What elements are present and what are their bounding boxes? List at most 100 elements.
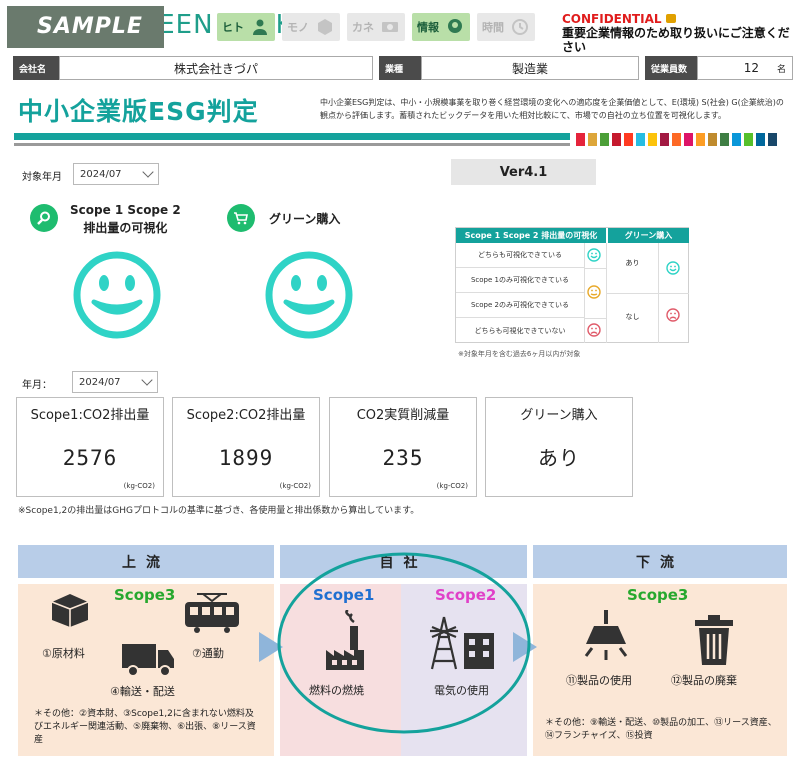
sample-watermark: SAMPLE xyxy=(7,6,164,48)
tab-kane[interactable]: カネ xyxy=(347,13,405,41)
sdg-color-swatch xyxy=(744,133,753,146)
metric-card-reduction: CO2実質削減量 235 (kg-CO2) xyxy=(329,397,477,497)
sdg-color-swatch xyxy=(660,133,669,146)
sdg-color-swatch xyxy=(696,133,705,146)
metric-unit: (kg-CO2) xyxy=(123,482,155,490)
sdg-color-swatch xyxy=(756,133,765,146)
item-transport: ④輸送・配送 xyxy=(110,685,175,698)
metric-title: Scope1:CO2排出量 xyxy=(30,408,150,423)
green-status-title: グリーン購入 xyxy=(269,212,341,226)
lamp-icon xyxy=(584,610,628,660)
sdg-color-swatch xyxy=(720,133,729,146)
tab-mono[interactable]: モノ xyxy=(282,13,340,41)
metric-value: 1899 xyxy=(218,446,274,470)
trash-icon xyxy=(695,615,733,665)
metric-title: Scope2:CO2排出量 xyxy=(186,408,306,423)
employees-row: 従業員数 12 名 xyxy=(645,56,793,80)
employees-label: 従業員数 xyxy=(645,56,697,80)
item-commute: ⑦通勤 xyxy=(192,647,224,660)
page-description: 中小企業ESG判定は、中小・小規模事業を取り巻く経営環境の変化への適応度を企業価… xyxy=(320,98,784,120)
version-badge: Ver4.1 xyxy=(451,159,596,185)
smile-icon xyxy=(666,261,680,275)
metric-value: 235 xyxy=(382,446,424,470)
sdg-color-swatch xyxy=(588,133,597,146)
tab-joho[interactable]: 情報 xyxy=(412,13,470,41)
period-select[interactable]: 2024/07 xyxy=(72,371,158,393)
neutral-face-icon xyxy=(587,285,601,299)
confidential-notice: CONFIDENTIAL 重要企業情報のため取り扱いにご注意ください xyxy=(562,12,800,54)
sad-face-icon xyxy=(666,308,680,322)
legend-note: ※対象年月を含む過去6ヶ月以内が対象 xyxy=(458,350,581,358)
metric-title: CO2実質削減量 xyxy=(356,408,450,423)
sad-face-icon xyxy=(587,323,601,337)
sdg-color-swatch xyxy=(684,133,693,146)
company-name-label: 会社名 xyxy=(13,56,59,80)
upstream-note: ＊その他：②資本財、③Scope1,2に含まれない燃料及びエネルギー関連活動、⑤… xyxy=(34,709,256,745)
sdg-color-swatch xyxy=(708,133,717,146)
legend-header-green: グリーン購入 xyxy=(607,228,689,243)
upstream-header: 上流 xyxy=(18,545,274,578)
tab-jikan[interactable]: 時間 xyxy=(477,13,535,41)
search-icon xyxy=(30,204,58,232)
company-name-row: 会社名 株式会社きづパ xyxy=(13,56,373,80)
item-product-disposal: ⑫製品の廃棄 xyxy=(671,674,737,687)
employees-value: 12 xyxy=(743,61,759,75)
title-underline-grey xyxy=(14,143,570,146)
sdg-color-swatch xyxy=(612,133,621,146)
own-company-highlight xyxy=(277,552,531,734)
sdg-color-swatch xyxy=(768,133,777,146)
scope-smile-face-icon xyxy=(73,251,161,339)
chevron-down-icon xyxy=(141,374,153,386)
money-icon xyxy=(382,22,398,32)
legend-row-both: どちらも可視化できている xyxy=(456,243,584,268)
target-month-value: 2024/07 xyxy=(80,168,122,180)
target-month-label: 対象年月 xyxy=(22,172,62,183)
downstream-note: ＊その他：⑨輸送・配送、⑩製品の加工、⑬リース資産、⑭フランチャイズ、⑮投資 xyxy=(545,718,777,741)
scope-status-title: Scope 1 Scope 2 排出量の可視化 xyxy=(70,201,181,237)
truck-icon xyxy=(122,644,174,677)
lock-icon xyxy=(665,14,676,23)
smile-icon xyxy=(587,248,601,262)
metric-unit: (kg-CO2) xyxy=(436,482,468,490)
cart-icon xyxy=(227,204,255,232)
employees-value-box: 12 名 xyxy=(697,56,793,80)
tab-hito[interactable]: ヒト xyxy=(217,13,275,41)
downstream-scope-label: Scope3 xyxy=(627,586,689,604)
green-smile-face-icon xyxy=(265,251,353,339)
box-icon xyxy=(318,19,332,35)
chevron-down-icon xyxy=(142,166,154,178)
company-name-value: 株式会社きづパ xyxy=(59,56,373,80)
sdg-color-swatch xyxy=(648,133,657,146)
industry-row: 業種 製造業 xyxy=(379,56,639,80)
sdg-color-swatch xyxy=(732,133,741,146)
industry-label: 業種 xyxy=(379,56,421,80)
tab-kane-label: カネ xyxy=(352,21,374,34)
metric-card-scope1: Scope1:CO2排出量 2576 (kg-CO2) xyxy=(16,397,164,497)
status-legend-table: Scope 1 Scope 2 排出量の可視化 グリーン購入 どちらも可視化でき… xyxy=(455,227,689,358)
legend-row-scope1: Scope 1のみ可視化できている xyxy=(456,268,584,293)
scope-status-title-2: 排出量の可視化 xyxy=(83,221,168,235)
industry-value: 製造業 xyxy=(421,56,639,80)
tab-jikan-label: 時間 xyxy=(482,21,504,34)
legend-green-yes: あり xyxy=(625,259,640,267)
sdg-color-swatch xyxy=(576,133,585,146)
sdg-color-swatch xyxy=(600,133,609,146)
target-month-select[interactable]: 2024/07 xyxy=(73,163,159,185)
metric-title: グリーン購入 xyxy=(520,408,598,423)
title-underline xyxy=(14,133,570,140)
upstream-scope-label: Scope3 xyxy=(114,586,176,604)
period-value: 2024/07 xyxy=(79,376,121,388)
metric-card-scope2: Scope2:CO2排出量 1899 (kg-CO2) xyxy=(172,397,320,497)
legend-header-scope: Scope 1 Scope 2 排出量の可視化 xyxy=(456,228,606,243)
page-title: 中小企業版ESG判定 xyxy=(18,97,259,126)
metrics-footnote: ※Scope1,2の排出量はGHGプロトコルの基準に基づき、各使用量と排出係数か… xyxy=(18,506,420,516)
train-icon xyxy=(185,593,239,633)
employees-unit: 名 xyxy=(776,64,786,75)
downstream-header: 下流 xyxy=(533,545,787,578)
brain-head-icon xyxy=(448,19,462,33)
scope-status-title-1: Scope 1 Scope 2 xyxy=(70,203,181,217)
tab-mono-label: モノ xyxy=(287,21,309,34)
legend-row-scope2: Scope 2のみ可視化できている xyxy=(456,293,584,318)
metric-unit: (kg-CO2) xyxy=(279,482,311,490)
item-raw-materials: ①原材料 xyxy=(42,647,85,660)
